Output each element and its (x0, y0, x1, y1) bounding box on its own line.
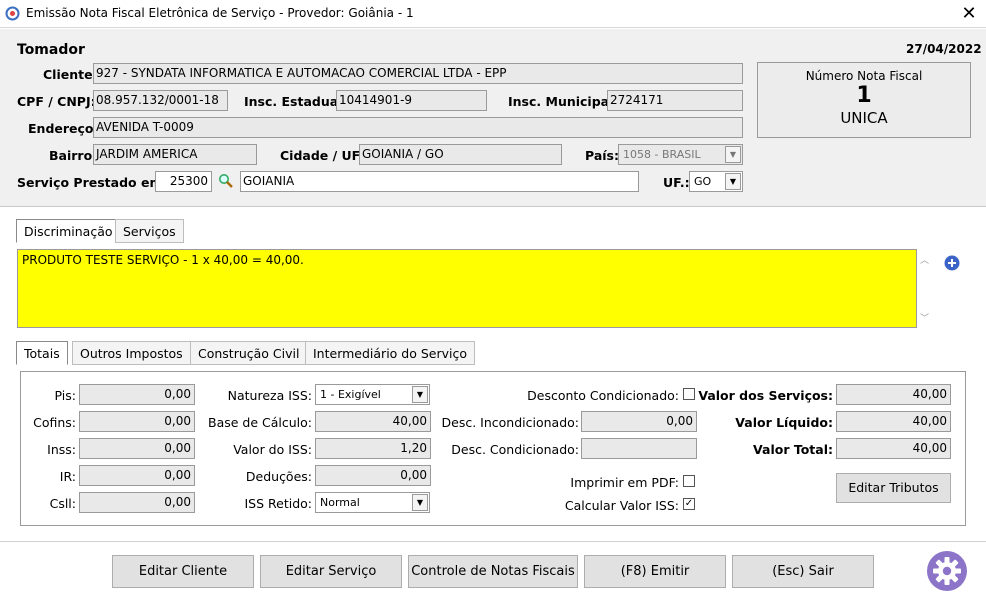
iss-retido-label: ISS Retido: (244, 496, 312, 511)
valor-liquido-label: Valor Líquido: (735, 415, 833, 430)
natureza-value: 1 - Exigível (320, 388, 381, 401)
bairro-field: JARDIM AMERICA (93, 144, 257, 165)
uf-label: UF.: (663, 175, 690, 190)
cidade-label: Cidade / UF: (280, 148, 365, 163)
endereco-label: Endereço: (28, 121, 99, 136)
cliente-field: 927 - SYNDATA INFORMATICA E AUTOMACAO CO… (93, 63, 743, 84)
chevron-up-icon[interactable]: ︿ (920, 253, 929, 266)
chevron-down-icon: ▼ (412, 386, 428, 403)
valor-servicos-label: Valor dos Serviços: (698, 388, 833, 403)
pais-select[interactable]: 1058 - BRASIL ▼ (618, 144, 743, 165)
nota-series: UNICA (840, 109, 888, 127)
valor-liquido-field: 40,00 (836, 411, 951, 432)
base-label: Base de Cálculo: (208, 415, 312, 430)
inss-label: Inss: (47, 442, 76, 457)
desc-incond-field: 0,00 (581, 411, 697, 432)
chevron-down-icon: ▼ (412, 494, 428, 511)
valor-iss-field: 1,20 (315, 438, 431, 459)
deducoes-label: Deduções: (245, 469, 312, 484)
cpf-label: CPF / CNPJ: (17, 94, 96, 109)
uf-value: GO (694, 175, 712, 188)
endereco-field: AVENIDA T-0009 (93, 117, 743, 138)
emitir-button[interactable]: (F8) Emitir (584, 555, 726, 588)
iss-retido-value: Normal (320, 496, 360, 509)
emission-date: 27/04/2022 (906, 42, 982, 56)
deducoes-field: 0,00 (315, 465, 431, 486)
editar-servico-button[interactable]: Editar Serviço (260, 555, 402, 588)
editar-tributos-button[interactable]: Editar Tributos (836, 473, 951, 503)
insc-municipal-field: 2724171 (607, 90, 743, 111)
tab-intermediario[interactable]: Intermediário do Serviço (305, 341, 475, 365)
natureza-select[interactable]: 1 - Exigível ▼ (315, 384, 430, 405)
desc-cond-field (581, 438, 697, 459)
tab-construcao-civil[interactable]: Construção Civil (190, 341, 308, 365)
discriminacao-textarea[interactable]: PRODUTO TESTE SERVIÇO - 1 x 40,00 = 40,0… (17, 249, 917, 328)
inss-field: 0,00 (79, 438, 195, 459)
ir-field: 0,00 (79, 465, 195, 486)
app-icon (5, 6, 20, 21)
insc-estadual-label: Insc. Estadual: (244, 94, 348, 109)
servico-city-input[interactable]: GOIANIA (240, 171, 639, 192)
cidade-field: GOIANIA / GO (359, 144, 562, 165)
ir-label: IR: (59, 469, 76, 484)
desconto-condicionado-checkbox[interactable] (683, 388, 695, 400)
cliente-label: Cliente: (43, 67, 98, 82)
gear-icon[interactable] (926, 550, 968, 592)
servico-code-input[interactable]: 25300 (155, 171, 212, 192)
tab-servicos[interactable]: Serviços (115, 219, 184, 243)
imprimir-pdf-checkbox[interactable] (683, 475, 695, 487)
tab-totais[interactable]: Totais (16, 341, 68, 365)
calcular-iss-checkbox[interactable]: ✓ (683, 498, 695, 510)
add-circle-icon[interactable] (944, 255, 960, 271)
sair-button[interactable]: (Esc) Sair (732, 555, 874, 588)
tomador-heading: Tomador (17, 42, 85, 58)
editar-cliente-button[interactable]: Editar Cliente (112, 555, 254, 588)
cofins-label: Cofins: (33, 415, 76, 430)
desconto-condicionado-chk-label: Desconto Condicionado: (527, 388, 679, 403)
iss-retido-select[interactable]: Normal ▼ (315, 492, 430, 513)
nota-fiscal-box: Número Nota Fiscal 1 UNICA (757, 62, 971, 138)
tab-discriminacao[interactable]: Discriminação (16, 219, 121, 243)
window-title: Emissão Nota Fiscal Eletrônica de Serviç… (26, 6, 414, 20)
pais-label: País: (585, 148, 619, 163)
valor-total-field: 40,00 (836, 438, 951, 459)
bairro-label: Bairro: (49, 148, 98, 163)
insc-estadual-field: 10414901-9 (336, 90, 487, 111)
cpf-field: 08.957.132/0001-18 (93, 90, 228, 111)
chevron-down-icon: ▼ (725, 173, 741, 190)
pis-label: Pis: (54, 388, 76, 403)
nota-number: 1 (856, 83, 872, 108)
cofins-field: 0,00 (79, 411, 195, 432)
nota-label: Número Nota Fiscal (805, 69, 923, 83)
valor-servicos-field: 40,00 (836, 384, 951, 405)
csll-label: Csll: (49, 496, 76, 511)
natureza-label: Natureza ISS: (227, 388, 312, 403)
bottom-separator (0, 541, 986, 542)
title-bar: Emissão Nota Fiscal Eletrônica de Serviç… (0, 0, 986, 28)
desc-cond-label: Desc. Condicionado: (451, 442, 579, 457)
valor-iss-label: Valor do ISS: (233, 442, 312, 457)
base-field: 40,00 (315, 411, 431, 432)
pais-value: 1058 - BRASIL (623, 148, 701, 161)
pis-field: 0,00 (79, 384, 195, 405)
tab-outros-impostos[interactable]: Outros Impostos (72, 341, 191, 365)
servico-prestado-label: Serviço Prestado em: (17, 175, 168, 190)
imprimir-pdf-label: Imprimir em PDF: (570, 475, 679, 490)
desc-incond-label: Desc. Incondicionado: (441, 415, 579, 430)
uf-select[interactable]: GO ▼ (689, 171, 743, 192)
calcular-iss-label: Calcular Valor ISS: (564, 498, 679, 513)
insc-municipal-label: Insc. Municipal: (508, 94, 619, 109)
valor-total-label: Valor Total: (753, 442, 833, 457)
controle-notas-button[interactable]: Controle de Notas Fiscais (408, 555, 578, 588)
csll-field: 0,00 (79, 492, 195, 513)
chevron-down-icon[interactable]: ﹀ (920, 311, 929, 324)
discriminacao-scrollbar[interactable]: ︿ ﹀ (918, 249, 932, 328)
search-icon[interactable] (218, 173, 234, 189)
close-icon[interactable]: ✕ (956, 2, 982, 26)
chevron-down-icon: ▼ (725, 146, 741, 163)
